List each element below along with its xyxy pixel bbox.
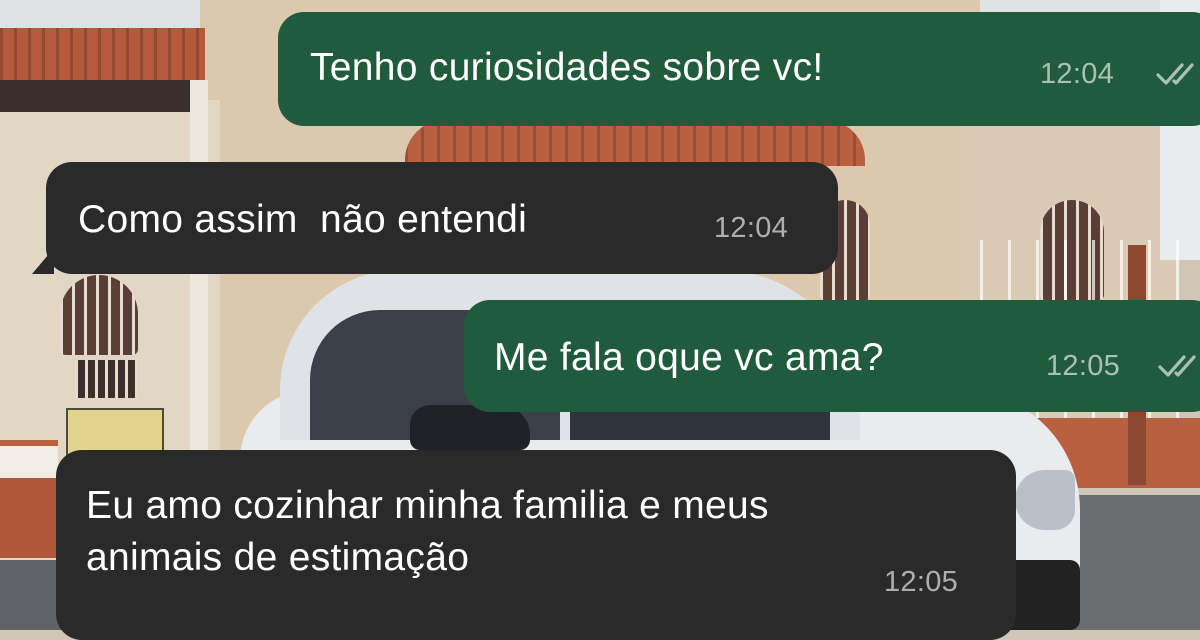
tile-roof-center (405, 120, 865, 166)
message-time: 12:04 (1040, 58, 1115, 90)
sidewalk (1060, 495, 1200, 630)
double-check-icon (1158, 355, 1196, 377)
message-time: 12:04 (714, 212, 789, 244)
tile-roof-left (0, 28, 205, 80)
pillar (190, 80, 208, 480)
double-check-icon (1156, 63, 1194, 85)
brick-wall (0, 478, 60, 558)
message-bubble-outgoing[interactable]: Me fala oque vc ama? 12:05 (464, 300, 1200, 412)
message-time: 12:05 (884, 566, 959, 598)
roof-eave (0, 80, 205, 112)
message-bubble-incoming[interactable]: Eu amo cozinhar minha familia e meus ani… (56, 450, 1016, 640)
message-text: Tenho curiosidades sobre vc! (310, 46, 824, 89)
message-bubble-incoming[interactable]: Como assim não entendi 12:04 (32, 162, 838, 274)
message-text: Como assim não entendi (78, 198, 528, 241)
arched-window (60, 275, 138, 355)
message-text: Me fala oque vc ama? (494, 336, 884, 379)
window-grille (75, 360, 137, 398)
headlight (1015, 470, 1075, 530)
message-time: 12:05 (1046, 350, 1121, 382)
message-bubble-outgoing[interactable]: Tenho curiosidades sobre vc! 12:04 (278, 12, 1200, 126)
bubble-tail (32, 248, 54, 274)
message-text: Eu amo cozinhar minha familia e meus ani… (86, 484, 769, 579)
